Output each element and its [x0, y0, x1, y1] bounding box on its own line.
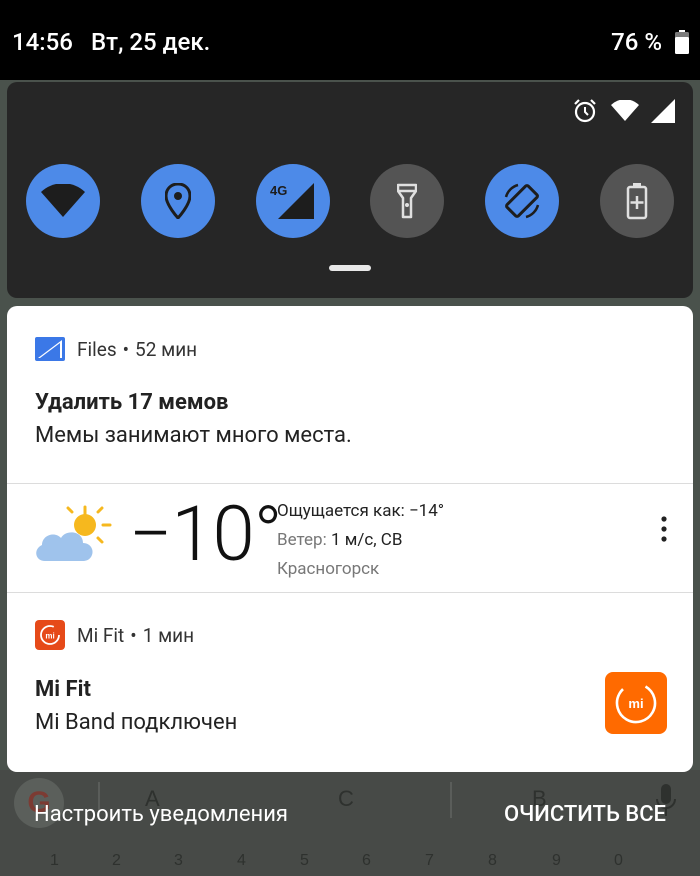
- battery-percent: 76 %: [611, 28, 662, 56]
- divider: [7, 483, 693, 484]
- svg-text:mi: mi: [45, 632, 54, 641]
- weather-wind-value: 1 м/с, СВ: [330, 530, 403, 550]
- files-time: 52 мин: [135, 337, 198, 361]
- background-number: 8: [488, 852, 497, 869]
- mifit-title: Mi Fit: [35, 677, 91, 702]
- qs-status-icons: [573, 98, 683, 128]
- background-number-row: 1 2 3 4 5 6 7 8 9 0: [0, 852, 700, 876]
- status-time: 14:56: [12, 28, 73, 56]
- files-app-name: Files: [77, 337, 117, 361]
- status-date: Вт, 25 дек.: [91, 28, 211, 56]
- quick-settings-panel: 4G: [7, 82, 693, 298]
- files-title: Удалить 17 мемов: [35, 390, 229, 415]
- background-number: 5: [300, 852, 309, 869]
- mifit-app-icon: mi: [35, 620, 65, 650]
- background-number: 3: [174, 852, 183, 869]
- mifit-logo-icon: mi: [615, 682, 657, 724]
- battery-icon: [675, 30, 689, 54]
- background-number: 1: [50, 852, 59, 869]
- battery-saver-icon: [626, 183, 648, 220]
- separator-dot: •: [130, 623, 137, 647]
- weather-wind: Ветер: 1 м/с, СВ: [277, 530, 402, 550]
- expand-handle[interactable]: [329, 265, 371, 271]
- wifi-icon: [611, 100, 639, 121]
- background-number: 4: [237, 852, 246, 869]
- weather-temperature: −10°: [129, 489, 282, 579]
- wifi-icon: [41, 184, 85, 217]
- mifit-large-icon: mi: [605, 672, 667, 734]
- tile-location[interactable]: [141, 164, 215, 238]
- clear-all-button[interactable]: ОЧИСТИТЬ ВСЕ: [504, 802, 666, 827]
- background-number: 0: [614, 852, 623, 869]
- tile-flashlight[interactable]: [370, 164, 444, 238]
- signal-icon: [651, 99, 675, 123]
- background-number: 9: [552, 852, 561, 869]
- alarm-icon: [574, 99, 596, 123]
- auto-rotate-icon: [504, 183, 540, 219]
- mifit-header: mi Mi Fit • 1 мин: [35, 620, 194, 650]
- background-number: 2: [112, 852, 121, 869]
- files-text: Мемы занимают много места.: [35, 423, 352, 448]
- tile-auto-rotate[interactable]: [485, 164, 559, 238]
- 4g-label: 4G: [270, 183, 287, 198]
- mifit-app-name: Mi Fit: [77, 623, 125, 647]
- mifit-time: 1 мин: [142, 623, 195, 647]
- files-header: Files • 52 мин: [35, 334, 197, 364]
- keyboard-separator: [450, 782, 452, 818]
- weather-feels-like: Ощущается как: −14°: [277, 501, 445, 521]
- tile-wifi[interactable]: [26, 164, 100, 238]
- weather-location: Красногорск: [277, 559, 380, 579]
- mobile-data-4g-icon: 4G: [270, 183, 314, 219]
- partly-cloudy-icon: [36, 505, 112, 561]
- weather-wind-label: Ветер:: [277, 530, 327, 550]
- tile-mobile-data[interactable]: 4G: [256, 164, 330, 238]
- divider: [7, 592, 693, 593]
- mifit-text: Mi Band подключен: [35, 710, 238, 735]
- flashlight-icon: [397, 183, 417, 219]
- separator-dot: •: [122, 337, 130, 361]
- notification-card: Files • 52 мин Удалить 17 мемов Мемы зан…: [7, 306, 693, 772]
- background-key: C: [338, 786, 354, 811]
- status-bar: 14:56 Вт, 25 дек. 76 %: [0, 0, 700, 80]
- background-number: 6: [362, 852, 371, 869]
- manage-notifications-button[interactable]: Настроить уведомления: [34, 802, 288, 827]
- more-options-icon[interactable]: [657, 515, 671, 543]
- background-number: 7: [425, 852, 434, 869]
- location-icon: [165, 183, 191, 219]
- svg-text:mi: mi: [628, 696, 643, 711]
- files-app-icon: [35, 337, 65, 361]
- tile-battery-saver[interactable]: [600, 164, 674, 238]
